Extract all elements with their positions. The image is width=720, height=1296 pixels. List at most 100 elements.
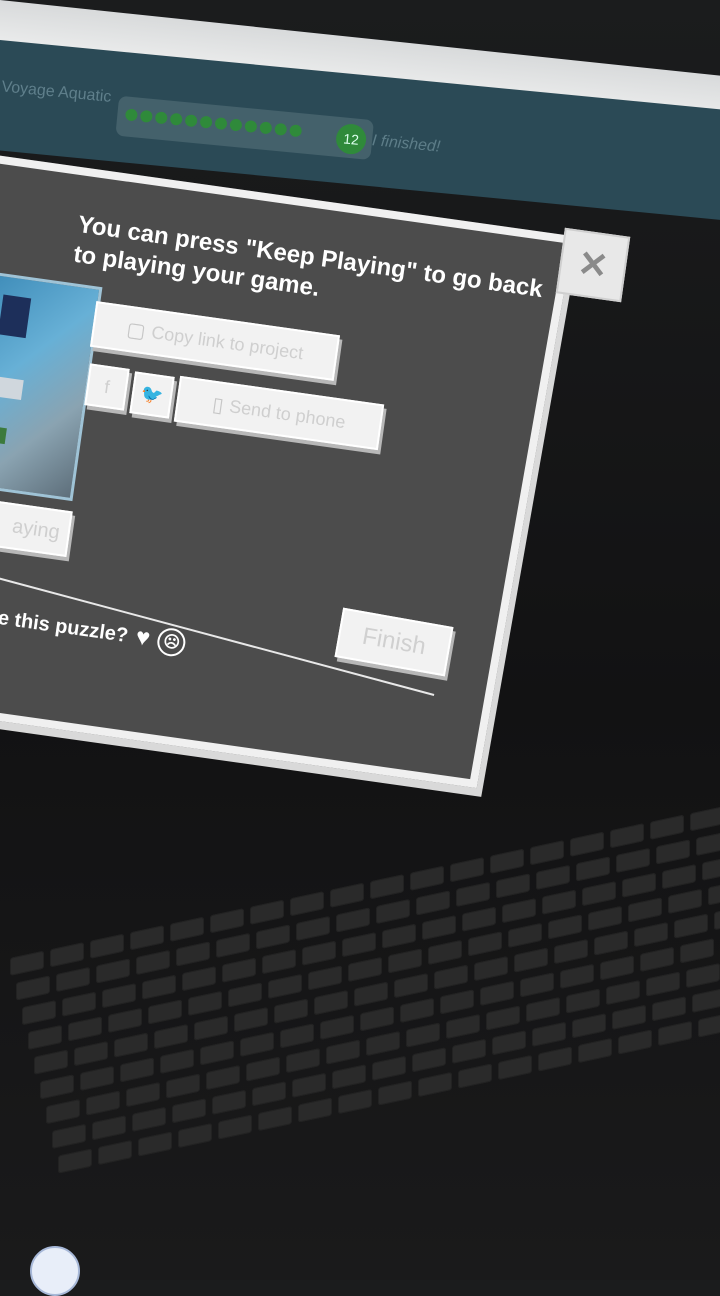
progress-dot[interactable] [289,124,303,138]
keyboard-key [308,965,342,991]
progress-pill[interactable]: 12 [115,95,375,161]
finish-label: Finish [360,622,428,661]
keyboard-key [422,915,456,941]
keyboard-key [228,982,262,1008]
keyboard-key [400,997,434,1023]
level-badge[interactable]: 12 [334,122,368,156]
keyboard-key [680,938,714,964]
keyboard-key [342,932,376,958]
progress-dot[interactable] [199,115,213,129]
keyboard-key [434,964,468,990]
keyboard-key [378,1080,412,1106]
keyboard-key [456,881,490,908]
keyboard-key [188,990,222,1017]
keyboard-key [366,1030,400,1057]
twitter-button[interactable]: 🐦 [129,371,175,419]
close-button[interactable]: ✕ [555,227,631,303]
sad-face-icon[interactable]: ☹ [155,626,188,659]
keyboard-key [446,1013,480,1040]
keyboard-key [108,1007,142,1034]
keyboard-key [348,956,382,983]
keyboard-key [658,1020,692,1047]
twitter-icon: 🐦 [139,383,165,406]
keyboard-key [570,831,604,857]
keyboard-key [382,923,416,949]
progress-dot[interactable] [214,117,228,131]
keyboard-key [588,905,622,932]
send-to-phone-label: Send to phone [228,395,347,432]
progress-dot[interactable] [229,118,243,132]
keyboard-key [628,897,662,923]
keyboard-key [34,1049,68,1075]
dock-app-icon [30,1246,80,1296]
keyboard-key [330,882,364,908]
progress-dot[interactable] [259,121,273,135]
keyboard-key [600,955,634,981]
keyboard-key [640,946,674,972]
keyboard-key [548,914,582,940]
keyboard-key [326,1039,360,1065]
keyboard-key [372,1055,406,1081]
keyboard-key [532,1021,566,1047]
keyboard-key [606,979,640,1006]
keyboard-key [74,1041,108,1067]
keyboard-key [692,987,720,1013]
finished-label[interactable]: I finished! [371,132,441,156]
keyboard-key [62,991,96,1017]
keyboard-key [646,971,680,997]
keyboard-key [530,840,564,866]
keyboard-key [114,1032,148,1058]
facebook-button[interactable]: f [84,363,130,411]
keyboard-key [450,857,484,883]
keyboard-key [394,973,428,999]
keyboard-key [612,1004,646,1030]
keyboard-key [210,908,244,934]
progress-dot[interactable] [169,112,183,126]
keyboard-key [576,856,610,882]
progress-dot[interactable] [124,108,138,122]
keyboard-key [708,880,720,906]
keyboard-key [496,873,530,899]
keyboard-key [216,932,250,959]
progress-dot[interactable] [184,114,198,128]
keyboard-key [86,1090,120,1116]
progress-dot[interactable] [274,122,288,136]
keyboard-key [656,839,690,865]
keyboard-key [622,872,656,898]
keyboard-key [268,973,302,1000]
keyboard-key [50,942,84,968]
keyboard-key [286,1047,320,1074]
keyboard-key [170,916,204,942]
keyboard-key [120,1057,154,1083]
keyboard-key [696,830,720,857]
keyboard-key [172,1098,206,1124]
keyboard-key [292,1072,326,1098]
progress-dot[interactable] [139,109,153,123]
keyboard-key [526,996,560,1023]
heart-icon[interactable]: ♥ [134,623,152,653]
keyboard-key [258,1105,292,1132]
keyboard-key [416,890,450,916]
keyboard-key [490,848,524,874]
keyboard-key [662,864,696,890]
thumbnail-tile [0,374,24,401]
keyboard-key [502,898,536,924]
keyboard-key [28,1024,62,1051]
keyboard-key [194,1015,228,1041]
progress-dot[interactable] [244,119,258,133]
keyboard-key [98,1139,132,1166]
keyboard-key [302,940,336,966]
keyboard-key [462,906,496,932]
app-title: Voyage Aquatic [0,78,113,106]
thumbnail-tile [0,425,7,445]
keyboard-key [154,1024,188,1050]
keyboard-key [130,925,164,951]
keyboard-key [376,898,410,925]
progress-dot[interactable] [154,111,168,125]
keyboard-key [92,1115,126,1141]
keyboard-key [160,1048,194,1074]
keyboard-key [80,1065,114,1091]
keyboard-key [508,922,542,949]
keyboard-key [418,1071,452,1098]
keyboard-key [274,998,308,1024]
